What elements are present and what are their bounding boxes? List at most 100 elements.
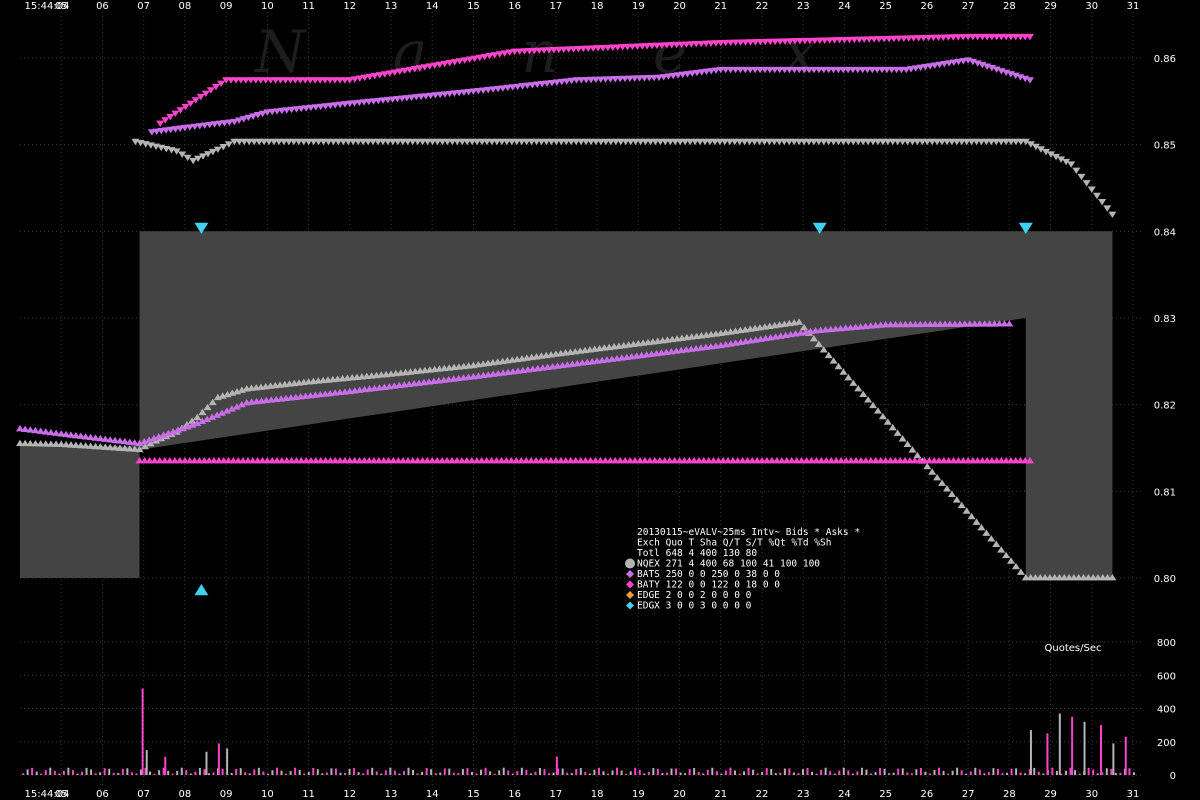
volume-bar <box>35 771 38 775</box>
nqex-bid-mark <box>1007 557 1016 564</box>
volume-bar <box>389 767 392 775</box>
volume-bar <box>1092 769 1095 775</box>
volume-bar <box>466 768 469 775</box>
volume-bar <box>158 770 161 775</box>
volume-bar <box>348 768 351 775</box>
volume-bar <box>647 771 650 775</box>
nqex-bid-mark <box>859 390 868 397</box>
volume-bar <box>412 769 415 775</box>
volume-bar <box>697 771 700 775</box>
volume-bar <box>307 771 310 775</box>
volume-bar <box>820 769 823 775</box>
nqex-bid-mark <box>987 535 996 542</box>
volume-bar <box>339 772 342 775</box>
volume-bar <box>842 767 845 775</box>
x-tick-label-top: 27 <box>962 1 975 12</box>
volume-bar <box>534 771 537 775</box>
x-tick-label-bottom: 22 <box>756 789 769 800</box>
volume-bar <box>457 773 460 775</box>
volume-bar <box>380 773 383 775</box>
x-tick-label-top: 17 <box>550 1 563 12</box>
volume-bar <box>779 772 782 775</box>
volume-bar <box>656 769 659 775</box>
volume-bar <box>915 769 918 775</box>
x-tick-label-top: 11 <box>302 1 315 12</box>
volume-bar <box>226 748 229 775</box>
x-tick-label-top: 26 <box>921 1 934 12</box>
nqex-bid-mark <box>962 507 971 514</box>
volume-bar <box>801 769 804 775</box>
volume-bar <box>548 773 551 775</box>
legend-title: 20130115~eVALV~25ms Intv~ Bids * Asks * <box>637 527 860 538</box>
volume-bar <box>407 767 410 775</box>
volume-bar <box>555 756 558 775</box>
volume-bar <box>1024 773 1027 775</box>
volume-bar <box>960 770 963 775</box>
volume-bar <box>643 773 646 775</box>
x-tick-label-top: 07 <box>137 1 150 12</box>
nqex-bid-mark <box>844 373 853 381</box>
volume-bar <box>180 767 183 775</box>
volume-bar <box>434 773 437 775</box>
legend-swatch <box>626 570 634 578</box>
volume-bar <box>738 773 741 775</box>
volume-bar <box>1105 768 1108 775</box>
volume-bar <box>253 769 256 775</box>
volume-bar <box>693 768 696 775</box>
volume-bar <box>344 772 347 775</box>
volume-bar <box>906 772 909 775</box>
price-tick-label: 0.84 <box>1154 227 1176 238</box>
volume-bar <box>207 773 210 775</box>
volume-bar <box>393 770 396 775</box>
volume-bar <box>638 769 641 775</box>
nqex-bid-mark <box>957 501 966 509</box>
x-tick-label-bottom: 20 <box>673 789 686 800</box>
volume-bar <box>244 772 247 775</box>
volume-bar <box>897 768 900 775</box>
x-tick-label-top: 25 <box>879 1 892 12</box>
x-tick-label-bottom: 13 <box>385 789 398 800</box>
volume-bar <box>847 770 850 775</box>
volume-bar <box>874 772 877 775</box>
legend-swatch <box>626 591 634 599</box>
volume-bar <box>752 769 755 775</box>
volume-bar <box>570 773 573 775</box>
nqex-ask-mark <box>1092 192 1101 200</box>
volume-bar <box>919 767 922 775</box>
volume-bar <box>1133 772 1135 775</box>
volume-bar <box>421 771 424 775</box>
volume-bar <box>765 768 768 775</box>
price-tick-label: 0.85 <box>1154 141 1176 152</box>
volume-bar <box>81 771 84 775</box>
volume-bar <box>171 773 174 775</box>
volume-bar <box>743 771 746 775</box>
x-tick-label-bottom: 07 <box>137 789 150 800</box>
volume-bar <box>164 756 167 775</box>
nqex-ask-mark <box>1072 167 1081 175</box>
volume-bar <box>593 769 596 775</box>
volume-bar <box>44 770 47 775</box>
volume-bar <box>892 772 895 775</box>
volume-bar <box>221 768 224 775</box>
volume-bar <box>167 770 170 775</box>
x-tick-label-top: 22 <box>756 1 769 12</box>
x-tick-label-bottom: 25 <box>879 789 892 800</box>
legend-row: EDGX 3 0 0 3 0 0 0 0 <box>637 601 752 612</box>
volume-bar <box>679 772 682 775</box>
x-tick-label-top: 23 <box>797 1 810 12</box>
volume-bar <box>357 772 360 775</box>
legend-row: Totl 648 4 400 130 80 <box>637 548 757 559</box>
volume-bar <box>1015 768 1018 775</box>
volume-bar <box>956 767 959 775</box>
volume-bar <box>502 767 505 775</box>
volume-bar <box>1046 733 1049 775</box>
x-tick-label-top: 09 <box>220 1 233 12</box>
x-tick-label-top: 18 <box>591 1 604 12</box>
nqex-ask-mark <box>1103 205 1112 212</box>
volume-bar <box>271 770 274 775</box>
volume-bar <box>280 770 283 775</box>
volume-bar <box>579 768 582 775</box>
nqex-ask-mark <box>1077 173 1086 181</box>
volume-bar <box>597 767 600 775</box>
volume-bar <box>829 771 832 775</box>
